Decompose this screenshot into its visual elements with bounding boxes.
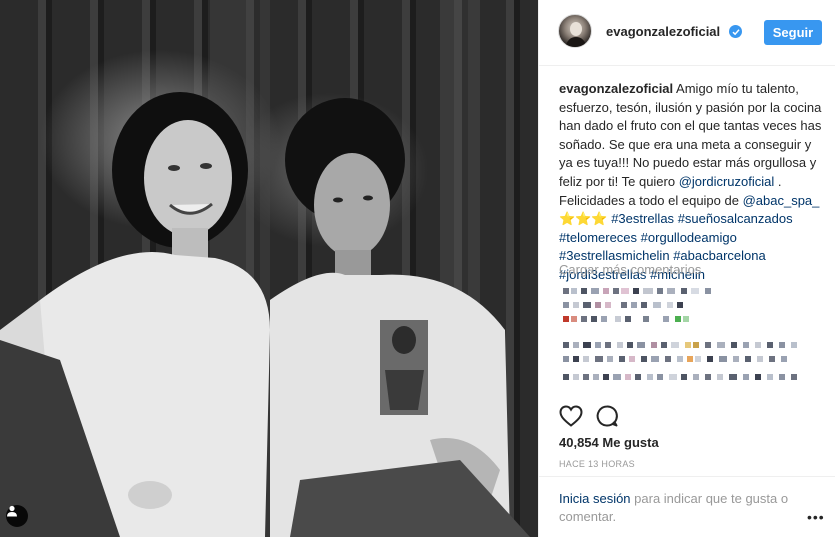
person-icon xyxy=(7,505,17,517)
more-options-icon[interactable]: ••• xyxy=(807,509,825,525)
photo-illustration xyxy=(0,0,530,537)
likes-count[interactable]: 40,854 Me gusta xyxy=(559,435,659,450)
verified-badge-icon xyxy=(729,25,742,38)
mention-link-jordicruzoficial[interactable]: @jordicruzoficial xyxy=(679,174,775,189)
hashtag-link[interactable]: #telomereces xyxy=(559,230,637,245)
post-actions xyxy=(559,404,619,428)
login-link[interactable]: Inicia sesión xyxy=(559,491,631,506)
obscured-comment-row xyxy=(563,342,797,380)
caption-text-part-1: Amigo mío tu talento, esfuerzo, tesón, i… xyxy=(559,81,822,189)
mention-link-abac-spa[interactable]: @abac_spa_ xyxy=(743,193,820,208)
checkmark-icon xyxy=(731,28,740,35)
user-tag-icon[interactable] xyxy=(6,505,28,527)
login-prompt: Inicia sesión para indicar que te gusta … xyxy=(539,476,835,537)
follow-button[interactable]: Seguir xyxy=(764,20,822,45)
post-sidebar: evagonzalezoficial Seguir evagonzalezofi… xyxy=(538,0,835,537)
post-caption: evagonzalezoficial Amigo mío tu talento,… xyxy=(559,80,824,285)
avatar-portrait-icon xyxy=(565,22,587,47)
comment-bubble-icon[interactable] xyxy=(595,404,619,428)
instagram-post: evagonzalezoficial Seguir evagonzalezofi… xyxy=(0,0,835,537)
post-header: evagonzalezoficial Seguir xyxy=(539,0,835,66)
star-emojis: ⭐⭐⭐ xyxy=(559,211,608,227)
speech-bubble-icon xyxy=(596,405,618,427)
post-timestamp[interactable]: HACE 13 HORAS xyxy=(559,459,635,469)
caption-username-link[interactable]: evagonzalezoficial xyxy=(559,81,673,96)
avatar[interactable] xyxy=(558,14,592,48)
post-photo[interactable] xyxy=(0,0,538,537)
hashtag-link[interactable]: #sueñosalcanzados xyxy=(678,211,793,226)
header-username-link[interactable]: evagonzalezoficial xyxy=(606,24,720,39)
heart-icon[interactable] xyxy=(559,404,583,428)
obscured-comments xyxy=(563,288,797,380)
obscured-comment-row xyxy=(563,288,711,322)
load-more-comments-button[interactable]: Cargar más comentarios xyxy=(559,262,701,277)
heart-outline-icon xyxy=(559,405,583,427)
hashtag-link[interactable]: #3estrellas xyxy=(611,211,674,226)
hashtag-link[interactable]: #orgullodeamigo xyxy=(641,230,737,245)
login-text: Inicia sesión para indicar que te gusta … xyxy=(559,490,799,526)
